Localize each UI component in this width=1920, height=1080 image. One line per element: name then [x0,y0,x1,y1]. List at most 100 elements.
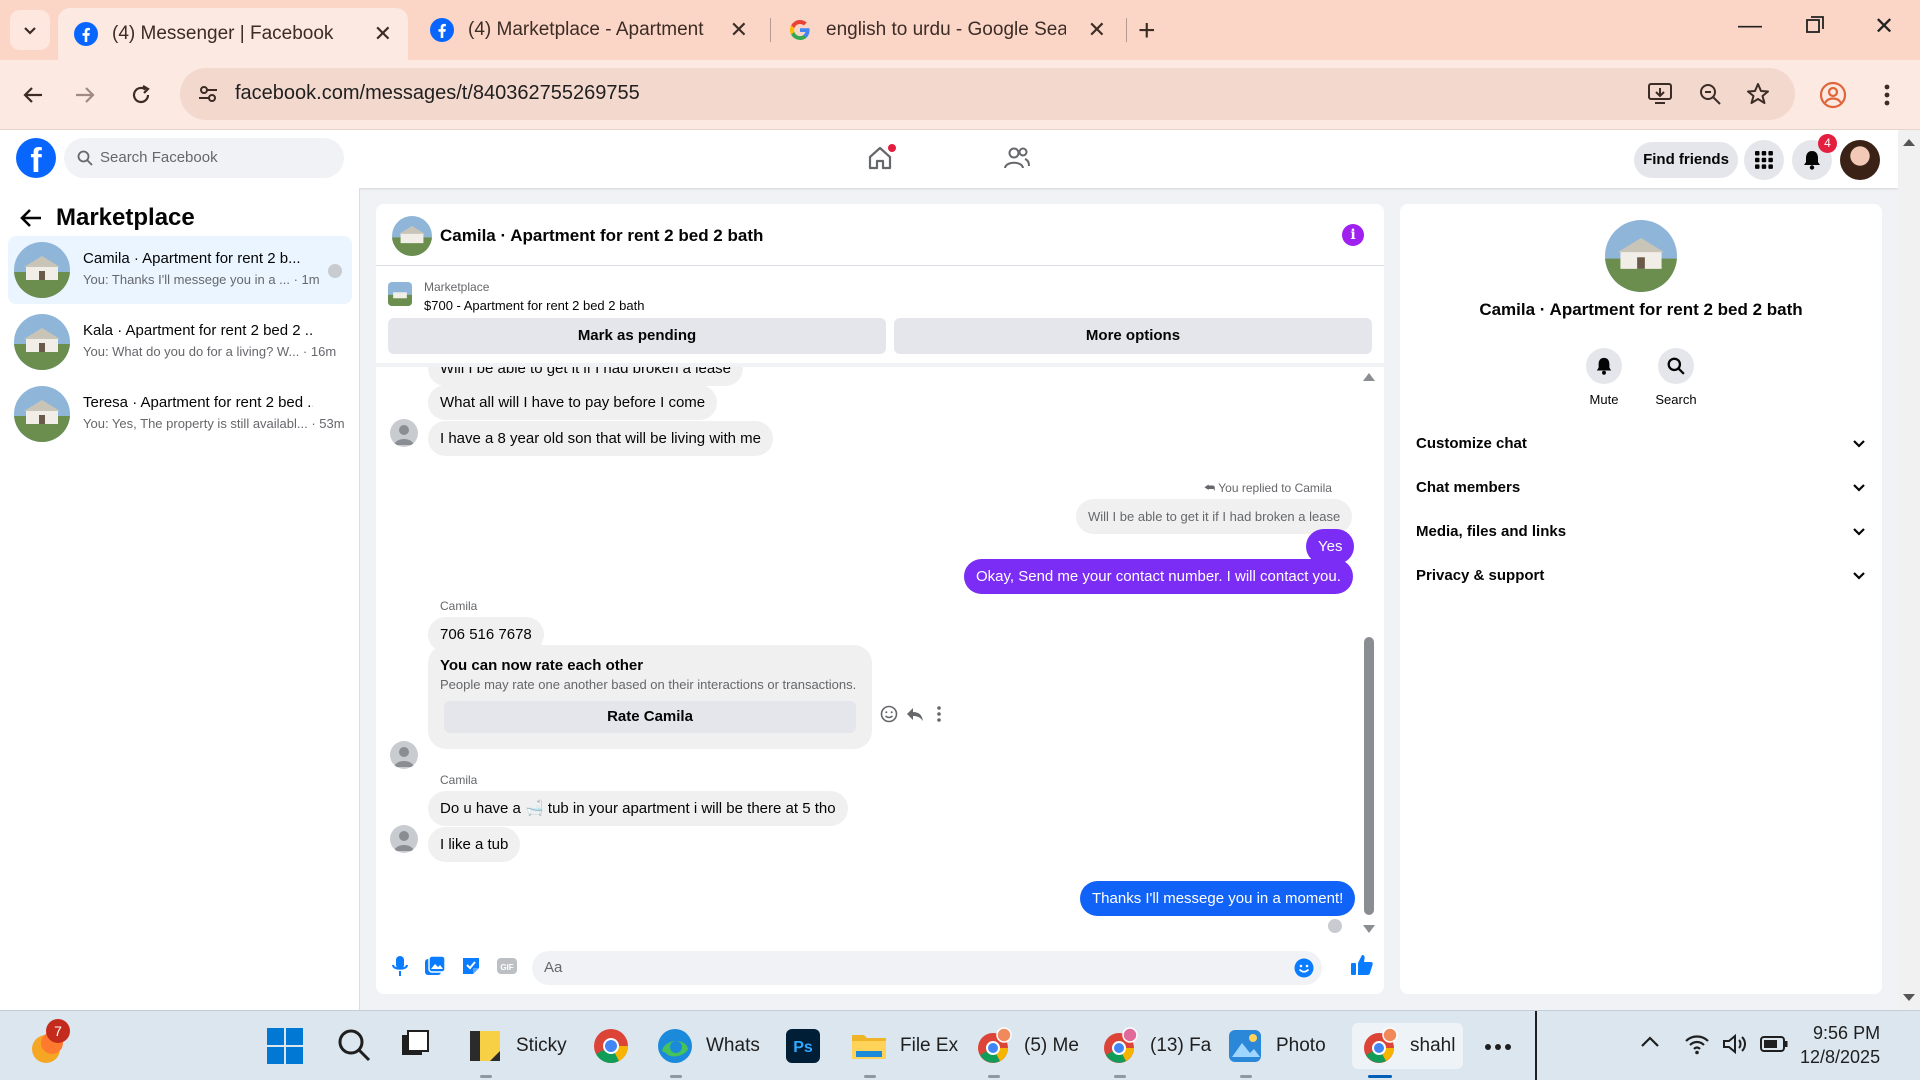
sender-avatar[interactable] [390,419,418,447]
media-files-links-section[interactable]: Media, files and links [1416,512,1866,552]
chevron-down-icon [1853,484,1865,492]
minimize-icon[interactable]: — [1738,12,1762,40]
address-bar[interactable]: facebook.com/messages/t/840362755269755 [180,68,1795,120]
more-apps-icon[interactable] [1484,1043,1512,1051]
site-settings-icon[interactable] [194,80,222,108]
microphone-icon[interactable] [390,955,410,977]
message-bubble-incoming[interactable]: I have a 8 year old son that will be liv… [428,421,773,456]
forward-arrow-icon[interactable] [68,78,102,112]
new-tab-icon[interactable]: + [1138,14,1156,48]
thumbs-up-icon[interactable] [1350,953,1374,977]
react-smiley-icon[interactable] [880,705,898,723]
chat-members-section[interactable]: Chat members [1416,468,1866,508]
sticker-icon[interactable] [460,955,482,977]
chrome-menu-icon[interactable] [1870,78,1904,112]
windows-start-icon[interactable] [266,1027,304,1065]
tab-marketplace[interactable]: (4) Marketplace - Apartment for ✕ [414,8,764,52]
listing-label: Marketplace [424,280,490,294]
info-icon[interactable]: i [1342,224,1364,246]
taskbar-chrome-active[interactable]: shahl [1352,1023,1464,1069]
search-placeholder: Search Facebook [100,149,218,166]
taskbar-file-explorer[interactable]: File Ex [850,1023,958,1069]
menu-grid-icon[interactable] [1744,140,1784,180]
tab-search-button[interactable] [10,10,50,50]
message-bubble-outgoing[interactable]: Okay, Send me your contact number. I wil… [964,559,1353,594]
privacy-support-section[interactable]: Privacy & support [1416,556,1866,596]
facebook-search-input[interactable]: Search Facebook [64,138,344,178]
friends-icon[interactable] [1003,144,1031,172]
chevron-down-icon [1853,528,1865,536]
tab-separator [770,18,771,42]
back-arrow-icon[interactable] [20,208,42,228]
close-tab-icon[interactable]: ✕ [374,21,392,47]
sender-name: Camila [440,599,478,613]
wifi-icon[interactable] [1684,1033,1710,1055]
system-clock[interactable]: 9:56 PM 12/8/2025 [1800,1021,1880,1069]
listing-thumbnail [14,314,70,370]
tab-messenger[interactable]: (4) Messenger | Facebook ✕ [58,8,408,60]
zoom-icon[interactable] [1696,80,1724,108]
message-input-placeholder: Aa [544,959,563,976]
conversation-item-camila[interactable]: Camila · Apartment for rent 2 b... You: … [8,236,352,304]
restore-icon[interactable] [1806,16,1824,34]
back-arrow-icon[interactable] [16,78,50,112]
page-scrollbar[interactable] [1898,130,1920,1010]
chrome-profile-icon [1104,1027,1138,1063]
tab-google-search[interactable]: english to urdu - Google Search ✕ [772,8,1122,52]
show-hidden-icons[interactable] [1640,1035,1660,1049]
task-view-icon[interactable] [400,1029,430,1059]
taskbar-photos[interactable]: Photo [1226,1023,1326,1069]
more-options-button[interactable]: More options [894,318,1372,354]
taskbar-photoshop[interactable]: Ps [784,1023,822,1069]
reload-icon[interactable] [124,78,158,112]
battery-icon[interactable] [1760,1035,1788,1053]
message-bubble-incoming[interactable]: What all will I have to pay before I com… [428,385,718,420]
sender-avatar[interactable] [390,825,418,853]
message-bubble-outgoing[interactable]: Thanks I'll messege you in a moment! [1080,881,1356,916]
close-tab-icon[interactable]: ✕ [730,17,748,43]
conversation-item-teresa[interactable]: Teresa · Apartment for rent 2 bed ... Yo… [8,380,352,448]
url-text: facebook.com/messages/t/840362755269755 [235,82,640,104]
bookmark-star-icon[interactable] [1744,80,1772,108]
reply-icon[interactable] [906,705,924,723]
profile-icon[interactable] [1816,78,1850,112]
mute-button[interactable]: Mute [1574,348,1634,407]
message-bubble-incoming[interactable]: Will I be able to get it if I had broken… [428,367,743,386]
search-icon[interactable] [336,1027,372,1063]
message-bubble-incoming[interactable]: I like a tub [428,827,521,862]
section-label: Chat members [1416,479,1521,496]
install-app-icon[interactable] [1646,80,1674,108]
chrome-icon [594,1029,628,1063]
active-indicator [1368,1075,1392,1078]
rate-camila-button[interactable]: Rate Camila [444,701,856,733]
facebook-logo[interactable]: f [16,138,56,178]
taskbar-chrome-facebook[interactable]: (13) Fa [1100,1023,1211,1069]
taskbar-chrome[interactable] [592,1023,630,1069]
chat-title[interactable]: Camila · Apartment for rent 2 bed 2 bath [440,226,763,246]
customize-chat-section[interactable]: Customize chat [1416,424,1866,464]
close-window-icon[interactable]: ✕ [1874,12,1894,41]
sender-name: Camila [440,773,478,787]
sender-avatar[interactable] [390,741,418,769]
volume-icon[interactable] [1722,1033,1748,1055]
message-scrollbar[interactable] [1362,367,1376,939]
close-tab-icon[interactable]: ✕ [1088,17,1106,43]
more-actions-icon[interactable] [936,705,942,723]
search-in-chat-button[interactable]: Search [1646,348,1706,407]
gif-icon[interactable]: GIF [496,955,518,977]
photo-attach-icon[interactable] [424,955,446,977]
contact-avatar[interactable] [1605,220,1677,292]
message-input[interactable]: Aa [532,951,1322,985]
account-avatar[interactable] [1840,140,1880,180]
taskbar-sticky-notes[interactable]: Sticky [466,1023,567,1069]
scrollbar-thumb[interactable] [1364,637,1374,915]
mark-as-pending-button[interactable]: Mark as pending [388,318,886,354]
chat-avatar[interactable] [392,216,432,256]
emoji-icon[interactable] [1294,958,1314,978]
find-friends-button[interactable]: Find friends [1634,142,1738,178]
taskbar-whatsapp[interactable]: Whats [656,1023,760,1069]
taskbar-chrome-messenger[interactable]: (5) Me [974,1023,1079,1069]
conversation-item-kala[interactable]: Kala · Apartment for rent 2 bed 2 ... Yo… [8,308,352,376]
message-bubble-incoming[interactable]: Do u have a 🛁 tub in your apartment i wi… [428,791,848,826]
quoted-message[interactable]: Will I be able to get it if I had broken… [1076,499,1353,534]
